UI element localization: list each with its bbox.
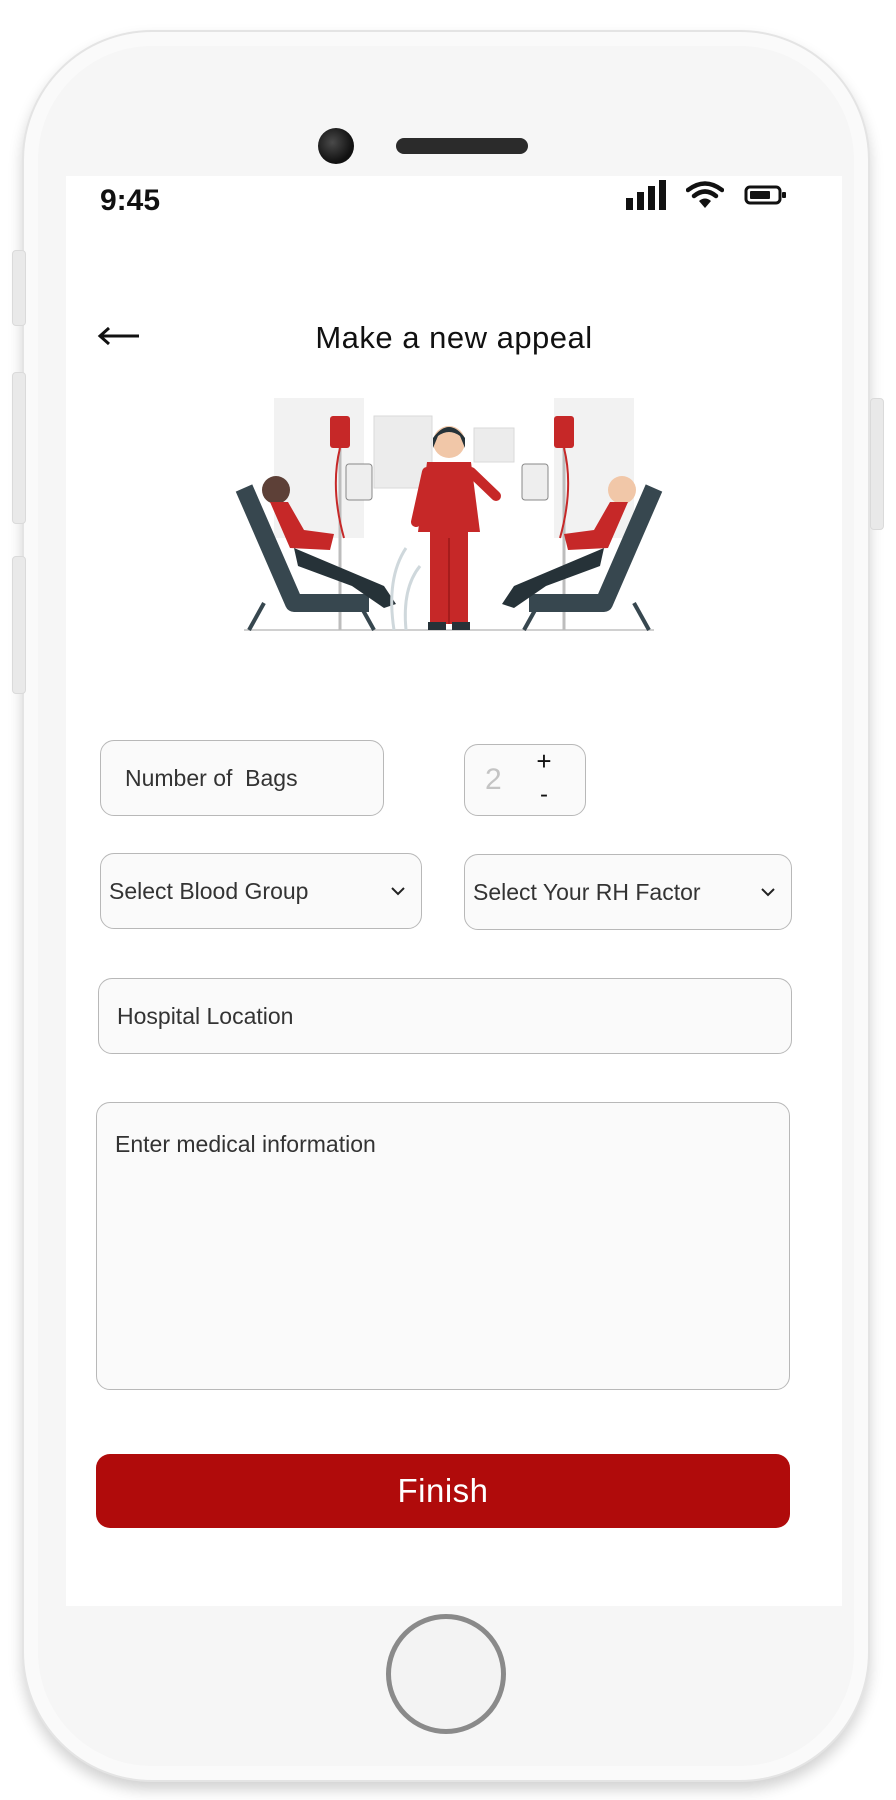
rh-factor-label: Select Your RH Factor: [473, 878, 701, 905]
power-button: [870, 398, 884, 530]
number-of-bags-field[interactable]: Number of Bags: [100, 740, 384, 816]
chevron-down-icon: [761, 888, 775, 897]
wifi-icon: [686, 181, 724, 208]
medical-information-textarea[interactable]: Enter medical information: [96, 1102, 790, 1390]
volume-up-button: [12, 372, 26, 524]
stepper-value: 2: [485, 763, 502, 796]
hospital-location-placeholder: Hospital Location: [117, 1002, 294, 1029]
battery-icon: [744, 185, 786, 205]
rh-factor-select[interactable]: Select Your RH Factor: [464, 854, 792, 930]
earpiece-speaker: [396, 138, 528, 154]
chevron-down-icon: [391, 887, 405, 896]
decrement-button[interactable]: -: [529, 779, 559, 811]
blood-donation-illustration: [235, 398, 663, 631]
number-of-bags-label: Number of Bags: [125, 764, 298, 791]
increment-button[interactable]: +: [529, 745, 559, 777]
cellular-signal-icon: [626, 180, 666, 210]
page-title: Make a new appeal: [315, 320, 593, 355]
app-screen: 9:45 Make a new appeal Number of Bags 2 …: [66, 176, 842, 1606]
front-camera: [318, 128, 354, 164]
medical-information-placeholder: Enter medical information: [115, 1131, 376, 1157]
blood-group-label: Select Blood Group: [109, 877, 309, 904]
blood-group-select[interactable]: Select Blood Group: [100, 853, 422, 929]
finish-button[interactable]: Finish: [96, 1454, 790, 1528]
home-button[interactable]: [386, 1614, 506, 1734]
quantity-stepper[interactable]: 2 + -: [464, 744, 586, 816]
volume-down-button: [12, 556, 26, 694]
status-time: 9:45: [100, 184, 161, 217]
mute-switch: [12, 250, 26, 326]
status-icons: [626, 180, 788, 210]
hospital-location-input[interactable]: Hospital Location: [98, 978, 792, 1054]
